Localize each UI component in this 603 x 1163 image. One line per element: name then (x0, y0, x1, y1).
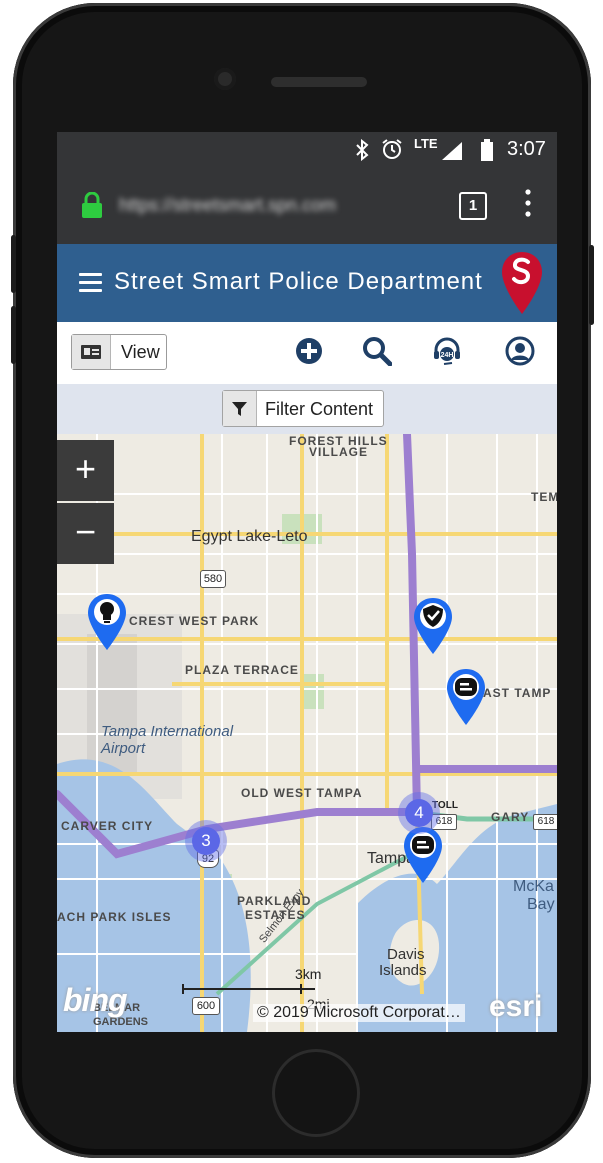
report-marker-pin-downtown[interactable] (402, 825, 444, 885)
lock-icon (82, 192, 102, 218)
filter-content-label: Filter Content (265, 399, 374, 419)
browser-url-bar: https://streetsmart.spn.com 1 (57, 168, 557, 244)
url-text[interactable]: https://streetsmart.spn.com (119, 195, 336, 216)
filter-icon (223, 391, 257, 426)
label-temple: TEM (531, 490, 557, 504)
route-shield-618-east: 618 (533, 814, 557, 830)
24h-support-icon[interactable]: 24H (432, 336, 462, 366)
filter-bar: Filter Content (57, 384, 557, 434)
map-credit[interactable]: © 2019 Microsoft Corporat… (253, 1004, 465, 1022)
power-button (589, 245, 594, 325)
label-egypt-lake-leto: Egypt Lake-Leto (191, 528, 308, 545)
cluster-3[interactable]: 3 (185, 820, 227, 862)
phone-screen: LTE 3:07 https://streetsmart.spn.com 1 S… (57, 132, 557, 1032)
label-gary: GARY (491, 810, 530, 824)
cluster-count: 4 (405, 799, 433, 827)
view-label: View (121, 342, 160, 362)
label-airport: Airport (101, 740, 146, 757)
front-camera (214, 68, 236, 90)
label-carver-city: CARVER CITY (61, 819, 154, 833)
zoom-out-button[interactable]: − (57, 503, 114, 564)
app-header: Street Smart Police Department (57, 244, 557, 322)
filter-content-button[interactable]: Filter Content (222, 390, 384, 427)
status-time: 3:07 (507, 138, 546, 160)
tab-switcher-button[interactable]: 1 (459, 192, 487, 220)
label-old-west-tampa: OLD WEST TAMPA (241, 786, 363, 800)
scale-bar (182, 984, 315, 994)
label-crest-west-park: CREST WEST PARK (129, 614, 260, 628)
id-card-icon (72, 335, 111, 369)
cluster-4[interactable]: 4 (398, 792, 440, 834)
view-button[interactable]: View (71, 334, 167, 370)
label-davis: Davis (387, 946, 425, 963)
bing-logo: bing (63, 982, 128, 1018)
label-east-tampa: AST TAMP (483, 686, 552, 700)
app-title: Street Smart Police Department (114, 268, 483, 295)
volume-up-button (11, 235, 16, 293)
cluster-count: 3 (192, 827, 220, 855)
route-shield-580: 580 (200, 570, 226, 588)
earpiece-speaker (271, 77, 367, 87)
user-account-icon[interactable] (505, 336, 535, 366)
toolbar: View 24H (57, 322, 557, 384)
volume-down-button (11, 306, 16, 364)
police-shield-marker-pin[interactable] (412, 596, 454, 656)
scale-km-label: 3km (295, 966, 322, 982)
battery-icon (481, 139, 493, 161)
browser-menu-icon[interactable] (523, 188, 533, 218)
street-smart-logo (502, 252, 542, 314)
map-view[interactable]: + − FOREST HILLS VILLAGE Egypt Lake-Leto… (57, 434, 557, 1032)
label-beach-park-isles: ACH PARK ISLES (57, 910, 172, 924)
alarm-icon (382, 139, 402, 159)
route-shield-600: 600 (192, 997, 220, 1015)
zoom-in-button[interactable]: + (57, 440, 114, 501)
signal-icon (442, 142, 462, 160)
add-icon[interactable] (294, 336, 324, 366)
label-mckay: McKa (513, 878, 554, 895)
network-type: LTE (414, 136, 438, 151)
status-bar: LTE 3:07 (57, 132, 557, 168)
bluetooth-icon (356, 139, 369, 161)
label-bay: Bay (527, 896, 555, 913)
esri-logo: esri (489, 990, 543, 1023)
label-tampa-international: Tampa International (101, 723, 234, 740)
search-icon[interactable] (362, 336, 392, 366)
svg-text:24H: 24H (441, 352, 454, 359)
idea-marker-pin[interactable] (86, 592, 128, 652)
label-plaza-terrace: PLAZA TERRACE (185, 663, 299, 677)
label-village: VILLAGE (309, 445, 369, 459)
home-button[interactable] (272, 1049, 360, 1137)
hamburger-menu-icon[interactable] (79, 273, 102, 293)
label-islands: Islands (379, 962, 427, 979)
report-marker-pin[interactable] (445, 667, 487, 727)
